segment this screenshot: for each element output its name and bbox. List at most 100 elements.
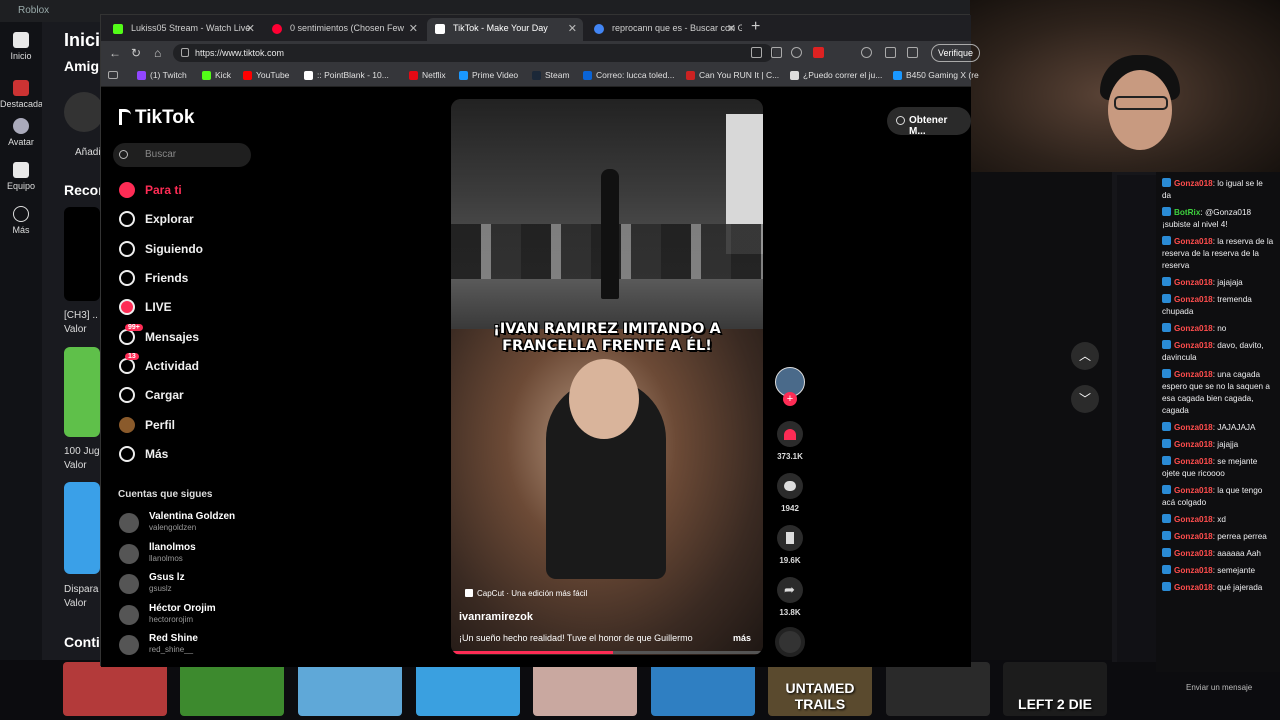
followed-account[interactable]: llanolmos llanolmos [119, 542, 319, 570]
close-icon[interactable]: ✕ [246, 22, 255, 35]
star-icon[interactable] [791, 47, 802, 58]
video-more-link[interactable]: más [733, 633, 751, 643]
save-button[interactable] [777, 525, 803, 551]
capcut-tag[interactable]: CapCut · Una edición más fácil [465, 589, 587, 598]
game-tile[interactable] [180, 662, 284, 716]
roblox-nav-more[interactable]: Más [0, 206, 42, 235]
bookmark-item[interactable]: Prime Video [459, 70, 518, 80]
share-button[interactable]: ➦ [777, 577, 803, 603]
tiktok-nav-item[interactable]: Para ti [119, 182, 182, 201]
save-action[interactable]: 19.6K [774, 525, 806, 565]
bookmark-item[interactable]: Can You RUN It | C... [686, 70, 779, 80]
chat-username[interactable]: Gonza018 [1174, 549, 1213, 558]
followed-account[interactable]: Héctor Orojim hectororojim [119, 603, 319, 631]
chat-username[interactable]: Gonza018 [1174, 515, 1213, 524]
url-input[interactable]: https://www.tiktok.com [173, 44, 773, 62]
bookmark-item[interactable]: YouTube [243, 70, 289, 80]
tiktok-nav-item[interactable]: Siguiendo [119, 241, 203, 260]
chat-username[interactable]: Gonza018 [1174, 457, 1213, 466]
tab-youtube-music[interactable]: 0 sentimientos (Chosen Few ✕ [264, 18, 424, 41]
game-tile[interactable] [886, 662, 990, 716]
get-app-button[interactable]: Obtener M... [887, 107, 971, 137]
followed-account[interactable]: Gsus lz gsuslz [119, 572, 319, 600]
game-thumbnail[interactable] [64, 482, 100, 574]
chat-username[interactable]: Gonza018 [1174, 295, 1213, 304]
chat-username[interactable]: Gonza018 [1174, 583, 1213, 592]
add-friend-button[interactable] [64, 92, 104, 132]
roblox-nav-avatar[interactable]: Avatar [0, 118, 42, 147]
next-video-button[interactable]: ﹀ [1071, 385, 1099, 413]
tiktok-nav-item[interactable]: Cargar [119, 387, 184, 406]
back-icon[interactable]: ← [109, 46, 121, 60]
video-player[interactable]: ¡IVAN RAMIREZ IMITANDO A FRANCELLA FRENT… [451, 99, 763, 655]
chat-username[interactable]: Gonza018 [1174, 237, 1213, 246]
tiktok-nav-item[interactable]: Explorar [119, 211, 194, 230]
like-action[interactable]: 373.1K [774, 421, 806, 461]
favorites-icon[interactable] [907, 47, 918, 58]
followed-account[interactable]: Red Shine red_shine__ [119, 633, 319, 661]
share-icon[interactable] [771, 47, 782, 58]
game-tile[interactable] [651, 662, 755, 716]
bookmark-item[interactable]: B450 Gaming X (re [893, 70, 979, 80]
chat-username[interactable]: Gonza018 [1174, 324, 1213, 333]
close-icon[interactable]: ✕ [568, 22, 577, 35]
new-tab-button[interactable]: + [751, 18, 760, 36]
tab-tiktok[interactable]: TikTok - Make Your Day ✕ [427, 18, 583, 41]
like-button[interactable] [777, 421, 803, 447]
history-icon[interactable] [861, 47, 872, 58]
tab-kick[interactable]: Lukiss05 Stream - Watch Live ✕ [105, 18, 261, 41]
apps-icon[interactable] [108, 71, 118, 79]
bookmark-item[interactable]: Correo: lucca toled... [583, 70, 674, 80]
extensions-icon[interactable] [885, 47, 896, 58]
tiktok-nav-item[interactable]: 13 Actividad [119, 353, 199, 377]
follow-plus-icon[interactable]: + [783, 392, 797, 406]
game-thumbnail[interactable] [64, 207, 100, 301]
game-tile[interactable] [298, 662, 402, 716]
tiktok-nav-item[interactable]: Más [119, 446, 168, 465]
tiktok-nav-item[interactable]: 99+ Mensajes [119, 324, 199, 348]
tiktok-nav-item[interactable]: LIVE [119, 299, 172, 318]
close-icon[interactable]: ✕ [727, 22, 736, 35]
home-icon[interactable]: ⌂ [154, 46, 161, 60]
game-tile[interactable] [533, 662, 637, 716]
chat-username[interactable]: Gonza018 [1174, 566, 1213, 575]
chat-username[interactable]: Gonza018 [1174, 423, 1213, 432]
translate-icon[interactable] [751, 47, 762, 58]
search-input[interactable]: Buscar [113, 143, 251, 167]
reload-icon[interactable]: ↻ [131, 46, 141, 60]
game-tile[interactable] [63, 662, 167, 716]
video-author[interactable]: ivanramirezok [459, 611, 533, 623]
chat-username[interactable]: Gonza018 [1174, 278, 1213, 287]
chat-username[interactable]: Gonza018 [1174, 341, 1213, 350]
roblox-nav-team[interactable]: Equipo [0, 162, 42, 191]
game-tile[interactable] [416, 662, 520, 716]
chat-username[interactable]: Gonza018 [1174, 370, 1213, 379]
comment-button[interactable] [777, 473, 803, 499]
verify-button[interactable]: Verifique [931, 44, 981, 62]
chat-username[interactable]: Gonza018 [1174, 486, 1213, 495]
tiktok-logo[interactable]: TikTok [119, 107, 194, 129]
bookmark-item[interactable]: :: PointBlank - 10... [304, 70, 389, 80]
bookmark-item[interactable]: Kick [202, 70, 231, 80]
bookmark-item[interactable]: (1) Twitch [137, 70, 187, 80]
roblox-nav-featured[interactable]: Destacadas [0, 80, 48, 109]
music-disc-icon[interactable] [775, 627, 805, 657]
followed-account[interactable]: Valentina Goldzen valengoldzen [119, 511, 319, 539]
roblox-nav-home[interactable]: Inicio [0, 32, 42, 61]
bookmark-item[interactable]: ¿Puedo correr el ju... [790, 70, 882, 80]
game-thumbnail[interactable] [64, 347, 100, 437]
chat-username[interactable]: Gonza018 [1174, 179, 1213, 188]
chat-username[interactable]: BotRix [1174, 208, 1200, 217]
share-action[interactable]: ➦ 13.8K [774, 577, 806, 617]
tab-google[interactable]: reprocann que es - Buscar con Go ✕ [586, 18, 742, 41]
chat-username[interactable]: Gonza018 [1174, 440, 1213, 449]
game-tile[interactable]: LEFT 2 DIE [1003, 662, 1107, 716]
video-progress-bar[interactable] [451, 651, 763, 654]
tiktok-nav-item[interactable]: Friends [119, 270, 188, 289]
game-tile[interactable]: UNTAMED TRAILS [768, 662, 872, 716]
chat-username[interactable]: Gonza018 [1174, 532, 1213, 541]
close-icon[interactable]: ✕ [409, 22, 418, 35]
tiktok-nav-item[interactable]: Perfil [119, 417, 175, 436]
extension-icon[interactable] [813, 47, 824, 58]
site-info-icon[interactable] [181, 48, 189, 57]
